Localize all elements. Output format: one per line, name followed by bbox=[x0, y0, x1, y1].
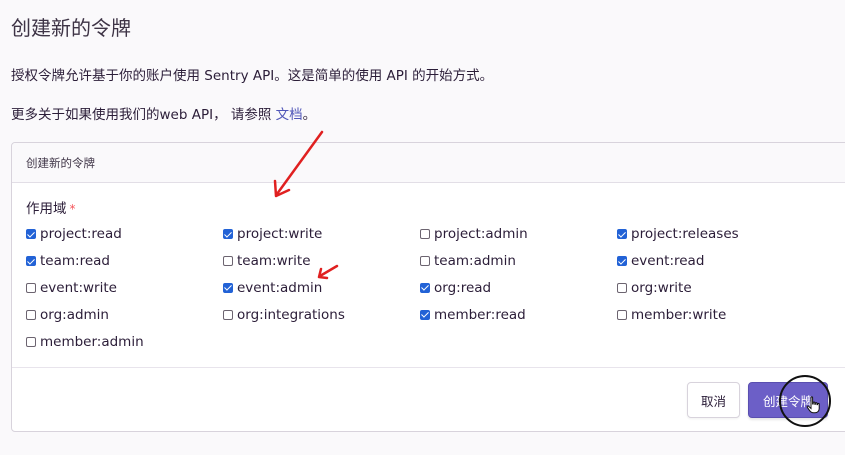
panel-footer-divider bbox=[12, 367, 845, 368]
hand-pointer-icon bbox=[806, 396, 820, 414]
checkbox-checked-icon[interactable] bbox=[420, 309, 430, 320]
scope-label: project:releases bbox=[631, 226, 739, 243]
scope-label: team:write bbox=[237, 253, 311, 270]
cancel-button[interactable]: 取消 bbox=[687, 382, 740, 418]
scope-label: project:read bbox=[40, 226, 122, 243]
checkbox-checked-icon[interactable] bbox=[420, 282, 430, 293]
checkbox-unchecked-icon[interactable] bbox=[617, 309, 627, 320]
scopes-grid: project:read project:write project:admin pr… bbox=[26, 221, 814, 355]
checkbox-checked-icon[interactable] bbox=[617, 229, 627, 240]
scope-checkbox-item[interactable]: team:write bbox=[223, 248, 420, 275]
scope-checkbox-item[interactable]: event:admin bbox=[223, 275, 420, 302]
scope-label: team:admin bbox=[434, 253, 516, 270]
checkbox-checked-icon[interactable] bbox=[223, 229, 233, 240]
scope-label: org:read bbox=[434, 279, 492, 296]
panel-header: 创建新的令牌 bbox=[12, 143, 845, 183]
checkbox-unchecked-icon[interactable] bbox=[26, 282, 36, 293]
checkbox-unchecked-icon[interactable] bbox=[223, 309, 233, 320]
scope-label: event:write bbox=[40, 279, 117, 296]
checkbox-checked-icon[interactable] bbox=[26, 256, 36, 267]
required-mark: * bbox=[69, 202, 76, 216]
scope-checkbox-item[interactable]: org:write bbox=[617, 275, 814, 302]
scope-checkbox-item[interactable]: team:read bbox=[26, 248, 223, 275]
scope-label: project:admin bbox=[434, 226, 528, 243]
scope-checkbox-item[interactable]: project:releases bbox=[617, 221, 814, 248]
scope-label: project:write bbox=[237, 226, 323, 243]
checkbox-unchecked-icon[interactable] bbox=[617, 282, 627, 293]
scopes-label-text: 作用域 bbox=[26, 201, 67, 217]
docs-note-prefix: 更多关于如果使用我们的web API， 请参照 bbox=[11, 107, 276, 123]
scopes-label: 作用域 * bbox=[26, 197, 76, 217]
scope-checkbox-item[interactable]: project:read bbox=[26, 221, 223, 248]
checkbox-unchecked-icon[interactable] bbox=[223, 256, 233, 267]
scope-label: member:write bbox=[631, 306, 727, 323]
scope-label: event:read bbox=[631, 253, 705, 270]
checkbox-checked-icon[interactable] bbox=[26, 229, 36, 240]
scope-label: org:admin bbox=[40, 306, 109, 323]
docs-note-suffix: 。 bbox=[302, 107, 317, 123]
create-token-panel: 创建新的令牌 作用域 * project:read project:write pro… bbox=[11, 142, 845, 432]
docs-link[interactable]: 文档 bbox=[276, 107, 303, 123]
scope-label: event:admin bbox=[237, 279, 323, 296]
checkbox-checked-icon[interactable] bbox=[223, 282, 233, 293]
checkbox-unchecked-icon[interactable] bbox=[26, 336, 36, 347]
scope-label: org:write bbox=[631, 279, 692, 296]
docs-note: 更多关于如果使用我们的web API， 请参照 文档。 bbox=[11, 103, 316, 123]
page-title: 创建新的令牌 bbox=[11, 16, 131, 40]
scope-label: team:read bbox=[40, 253, 110, 270]
checkbox-unchecked-icon[interactable] bbox=[420, 229, 430, 240]
scope-checkbox-item[interactable]: member:admin bbox=[26, 328, 223, 355]
page-description: 授权令牌允许基于你的账户使用 Sentry API。这是简单的使用 API 的开… bbox=[11, 68, 494, 84]
checkbox-checked-icon[interactable] bbox=[617, 256, 627, 267]
scope-label: member:admin bbox=[40, 333, 144, 350]
scope-checkbox-item[interactable]: event:write bbox=[26, 275, 223, 302]
scope-checkbox-item[interactable]: team:admin bbox=[420, 248, 617, 275]
scope-label: org:integrations bbox=[237, 306, 345, 323]
scope-checkbox-item[interactable]: org:integrations bbox=[223, 301, 420, 328]
scope-checkbox-item[interactable]: member:read bbox=[420, 301, 617, 328]
scope-label: member:read bbox=[434, 306, 526, 323]
scope-checkbox-item[interactable]: member:write bbox=[617, 301, 814, 328]
scope-checkbox-item[interactable]: org:read bbox=[420, 275, 617, 302]
scope-checkbox-item[interactable]: project:write bbox=[223, 221, 420, 248]
checkbox-unchecked-icon[interactable] bbox=[26, 309, 36, 320]
scope-checkbox-item[interactable]: project:admin bbox=[420, 221, 617, 248]
scope-checkbox-item[interactable]: org:admin bbox=[26, 301, 223, 328]
scope-checkbox-item[interactable]: event:read bbox=[617, 248, 814, 275]
checkbox-unchecked-icon[interactable] bbox=[420, 256, 430, 267]
